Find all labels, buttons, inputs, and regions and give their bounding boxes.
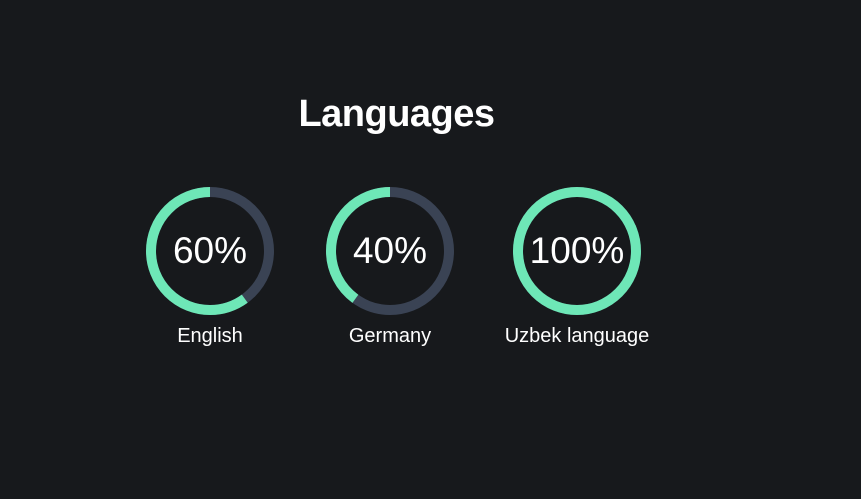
progress-ring: 40% (324, 185, 456, 317)
language-label: Germany (348, 325, 432, 347)
progress-percent: 100% (529, 230, 625, 271)
language-skill-germany: 40% Germany (305, 185, 475, 349)
progress-percent: 60% (172, 230, 248, 271)
language-label: English (177, 325, 243, 347)
progress-ring: 100% (511, 185, 643, 317)
language-label: Uzbek language (504, 325, 650, 347)
progress-ring: 60% (144, 185, 276, 317)
language-skill-english: 60% English (125, 185, 295, 349)
language-skill-uzbek: 100% Uzbek language (492, 185, 662, 349)
progress-percent: 40% (352, 230, 428, 271)
section-title: Languages (298, 93, 495, 135)
